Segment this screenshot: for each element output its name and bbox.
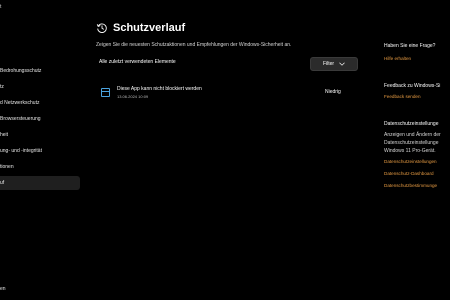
sidebar-item-bedrohungsschutz[interactable]: Bedrohungsschutz: [0, 64, 80, 78]
question-heading: Haben Sie eine Frage?: [384, 43, 436, 49]
right-info-panel: Haben Sie eine Frage? Hilfe erhalten Fee…: [384, 0, 450, 300]
main-content: Schutzverlauf Zeigen Sie die neuesten Sc…: [96, 0, 366, 300]
feedback-link[interactable]: Feedback senden: [384, 94, 421, 99]
chevron-down-icon: [339, 62, 345, 66]
filter-button-label: Filter: [322, 61, 335, 67]
page-header: Schutzverlauf: [96, 22, 185, 34]
privacy-text-2: Datenschutzeinstellunge: [384, 140, 439, 146]
event-date: 13.06.2024 10:09: [117, 94, 149, 99]
privacy-text-1: Anzeigen und Ändern der: [384, 132, 441, 138]
sidebar-item-einstellungen[interactable]: en: [0, 286, 6, 292]
filter-button[interactable]: Filter: [310, 57, 358, 71]
sidebar-item-familienoptionen[interactable]: tionen: [0, 160, 80, 174]
app-window-icon: [101, 88, 110, 97]
section-label-recent: Alle zuletzt verwendeten Elemente: [99, 59, 176, 65]
privacy-settings-link[interactable]: Datenschutzeinstellungen: [384, 159, 437, 164]
sidebar-item-kontoschutz[interactable]: tz: [0, 80, 80, 94]
event-title: Diese App kann nicht blockiert werden: [117, 86, 202, 92]
windows-security-window: t Bedrohungsschutz tz d Netzwerkschutz B…: [0, 0, 450, 300]
sidebar-item-app-browsersteuerung[interactable]: Browsersteuerung: [0, 112, 80, 126]
page-subtitle: Zeigen Sie die neuesten Schutzaktionen u…: [96, 42, 292, 48]
sidebar-nav: Bedrohungsschutz tz d Netzwerkschutz Bro…: [0, 0, 84, 300]
event-severity: Niedrig: [325, 89, 341, 95]
feedback-heading: Feedback zu Windows-Si: [384, 83, 441, 89]
sidebar-item-geraetesicherheit[interactable]: heit: [0, 128, 80, 142]
page-title: Schutzverlauf: [113, 22, 186, 34]
history-event-row[interactable]: Diese App kann nicht blockiert werden 13…: [101, 84, 361, 104]
sidebar-item-schutzverlauf[interactable]: uf: [0, 176, 80, 190]
history-icon: [96, 23, 107, 33]
sidebar-item-firewall-netzwerkschutz[interactable]: d Netzwerkschutz: [0, 96, 80, 110]
privacy-text-3: Windows 11 Pro-Gerät.: [384, 148, 436, 154]
sidebar-item-geraeteleistung[interactable]: ung- und -integrität: [0, 144, 80, 158]
help-link[interactable]: Hilfe erhalten: [384, 56, 411, 61]
privacy-dashboard-link[interactable]: Datenschutz-Dashboard: [384, 171, 434, 176]
privacy-heading: Datenschutzeinstellunge: [384, 121, 439, 127]
privacy-statement-link[interactable]: Datenschutzbestimmunge: [384, 183, 437, 188]
